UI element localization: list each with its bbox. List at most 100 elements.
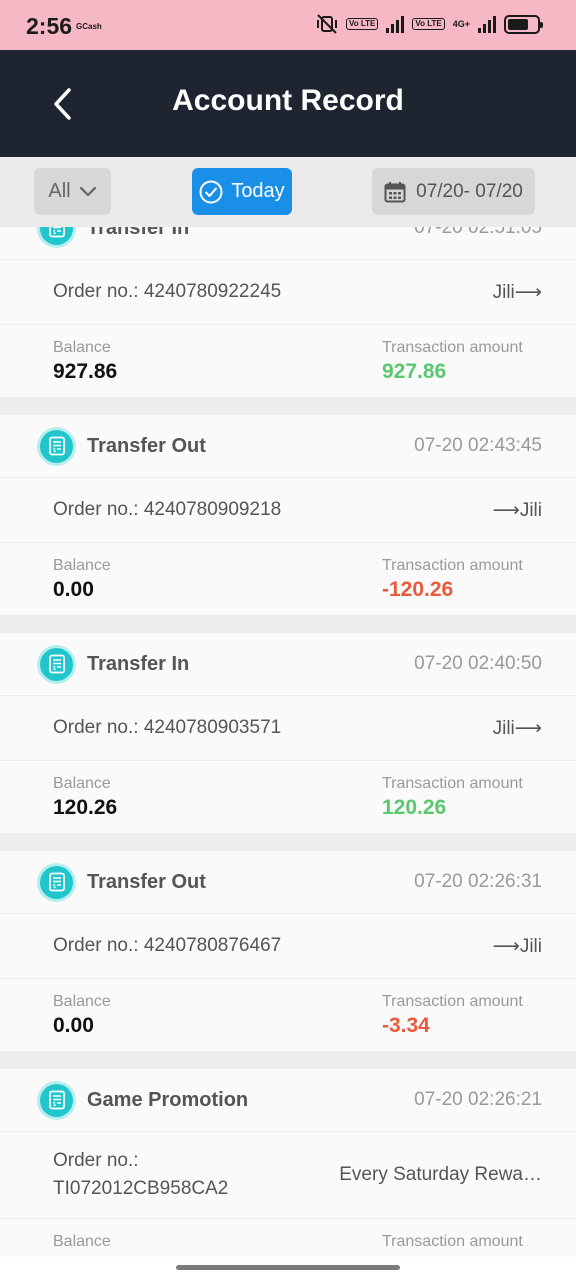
balance-value: 120.26 [53,796,118,819]
status-icons: Vo LTE Vo LTE 4G+ [316,14,543,34]
balance-label: Balance [53,339,111,356]
status-bar: 2:56 GCash Vo LTE Vo LTE 4G+ [0,0,576,50]
record-money-row: Balance3.34Transaction amount3.08 [0,1219,576,1257]
record-card[interactable]: $ Game Promotion 07-20 02:26:21 Order no.: T… [0,1069,576,1257]
amount-label: Transaction amount [382,557,523,574]
order-number: Order no.: TI072012CB958CA2 [53,1143,339,1207]
record-card[interactable]: $ Transfer In 07-20 02:40:50 Order no.: 424… [0,633,576,833]
volte-icon: Vo LTE [345,18,379,30]
amount-value: 120.26 [382,796,447,819]
signal-icon [386,15,405,33]
record-time: 07-20 02:26:21 [414,1089,542,1110]
order-value: 4240780909218 [143,499,282,520]
order-number: Order no.: 4240780922245 [53,281,493,303]
record-money-row: Balance 120.26 Transaction amount 120.26 [0,761,576,833]
record-header: $ Transfer Out 07-20 02:26:31 [0,851,576,913]
record-destination: ⟶Jili [492,499,542,521]
check-circle-icon [199,180,223,203]
order-prefix: Order no.: [53,935,139,956]
record-type: Transfer Out [87,870,206,893]
vibrate-off-icon [316,14,337,34]
order-prefix: Order no.: [53,281,139,302]
record-time: 07-20 02:40:50 [414,653,542,674]
balance-value: 0.00 [53,1014,94,1037]
record-icon: $ [40,227,73,245]
amount-label: Transaction amount [382,1233,523,1250]
balance-block: Balance 120.26 [53,774,382,833]
amount-block: Transaction amount 120.26 [382,774,542,833]
record-header: $ Transfer In 07-20 02:40:50 [0,633,576,695]
date-range-label: 07/20- 07/20 [416,180,523,202]
record-list[interactable]: $ Transfer In 07-20 02:51:05 Order no.: 424… [0,227,576,1257]
date-range-picker[interactable]: 07/20- 07/20 [372,168,535,215]
status-app-label: GCash [76,22,102,31]
record-order-row: Order no.: 4240780909218 ⟶Jili [0,477,576,543]
record-order-row: Order no.: TI072012CB958CA2 Every Saturday… [0,1131,576,1219]
filter-today-label: Today [231,180,285,202]
record-card[interactable]: $ Transfer In 07-20 02:51:05 Order no.: 424… [0,227,576,397]
record-destination: Every Saturday Rewa… [339,1164,542,1185]
order-number: Order no.: 4240780909218 [53,499,493,521]
amount-block: Transaction amount3.08 [382,1232,542,1257]
home-indicator[interactable] [176,1265,400,1270]
order-value: 4240780876467 [143,935,282,956]
balance-label: Balance [53,993,111,1010]
balance-label: Balance [53,1233,111,1250]
balance-label: Balance [53,557,111,574]
svg-text:$: $ [52,665,56,672]
order-number: Order no.: 4240780903571 [53,717,493,739]
record-order-row: Order no.: 4240780922245 Jili⟶ [0,259,576,325]
filter-all-dropdown[interactable]: All [34,168,111,215]
record-destination: ⟶Jili [492,935,542,957]
record-money-row: Balance 0.00 Transaction amount -3.34 [0,979,576,1051]
receipt-icon: $ [48,227,65,238]
record-time: 07-20 02:51:05 [414,227,542,238]
amount-block: Transaction amount -3.34 [382,992,542,1051]
record-type: Transfer Out [87,434,206,457]
amount-value: 927.86 [382,360,447,383]
record-card[interactable]: $ Transfer Out 07-20 02:43:45 Order no.: 42… [0,415,576,615]
record-time: 07-20 02:26:31 [414,871,542,892]
filter-all-label: All [48,180,71,202]
order-value: 4240780922245 [143,281,282,302]
balance-value: 0.00 [53,578,94,601]
record-type: Transfer In [87,652,190,675]
record-icon: $ [40,1083,73,1117]
filter-bar: All Today 07/20- 07/20 [0,157,576,227]
network-type: 4G+ [452,18,470,29]
balance-label: Balance [53,775,111,792]
record-destination: Jili⟶ [492,281,542,303]
battery-icon [504,14,543,34]
record-header: $ Transfer In 07-20 02:51:05 [0,227,576,259]
record-type: Transfer In [87,227,190,239]
balance-block: Balance3.34 [53,1232,382,1257]
amount-label: Transaction amount [382,993,523,1010]
record-card[interactable]: $ Transfer Out 07-20 02:26:31 Order no.: 42… [0,851,576,1051]
page-title: Account Record [172,84,404,117]
chevron-down-icon [79,186,96,196]
amount-label: Transaction amount [382,339,523,356]
calendar-icon [384,181,406,202]
amount-value: -120.26 [382,578,454,601]
record-money-row: Balance 927.86 Transaction amount 927.86 [0,325,576,397]
record-destination: Jili⟶ [492,717,542,739]
order-number: Order no.: 4240780876467 [53,935,493,957]
svg-text:$: $ [52,229,56,236]
amount-label: Transaction amount [382,775,523,792]
signal-icon-2 [478,15,496,33]
status-time: 2:56 [26,13,73,39]
record-order-row: Order no.: 4240780903571 Jili⟶ [0,695,576,761]
amount-value: -3.34 [382,1014,430,1037]
filter-today-button[interactable]: Today [192,168,292,215]
balance-value: 927.86 [53,360,118,383]
amount-block: Transaction amount -120.26 [382,556,542,615]
svg-text:$: $ [52,1101,56,1108]
gesture-nav-bar [0,1257,576,1280]
record-time: 07-20 02:43:45 [414,435,542,456]
balance-block: Balance 0.00 [53,992,382,1051]
record-order-row: Order no.: 4240780876467 ⟶Jili [0,913,576,979]
volte-icon-2: Vo LTE [412,18,445,30]
order-prefix: Order no.: [53,499,139,520]
order-prefix: Order no.: [53,1150,139,1171]
order-prefix: Order no.: [53,717,139,738]
